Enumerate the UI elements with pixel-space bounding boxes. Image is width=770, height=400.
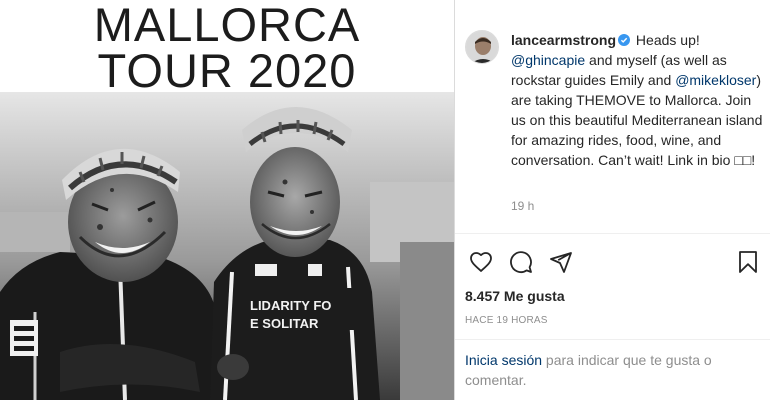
avatar[interactable] [465,30,499,64]
cyclists-photo: LIDARITY FO E SOLITAR [0,92,454,400]
username-link[interactable]: lancеarmstrong [511,32,616,48]
save-button[interactable] [732,246,764,278]
post-image[interactable]: MALLORCA TOUR 2020 LIDARITY FO E SOLITAR [0,0,454,400]
paper-plane-icon [550,252,572,273]
likes-count[interactable]: 8.457 Me gusta [465,288,565,304]
login-prompt: Inicia sesión para indicar que te gusta … [465,350,760,390]
instagram-post: MALLORCA TOUR 2020 LIDARITY FO E SOLITAR… [0,0,770,400]
caption-time[interactable]: 19 h [511,199,534,213]
heart-icon [470,252,492,272]
mention-mikekloser[interactable]: @mikekloser [675,72,756,88]
mention-ghincapie[interactable]: @ghincapie [511,52,585,68]
login-link[interactable]: Inicia sesión [465,352,542,368]
jersey-text-top: LIDARITY FO [250,298,331,313]
comment-button[interactable] [505,246,537,278]
divider-top [455,233,770,234]
poster-title: MALLORCA TOUR 2020 [0,0,454,97]
action-bar [463,246,763,278]
post-caption: lancеarmstrong Heads up! @ghincapie and … [511,30,763,170]
bookmark-icon [739,251,757,273]
avatar-image [466,31,498,63]
post-details-panel: lancеarmstrong Heads up! @ghincapie and … [455,0,770,400]
caption-text-1: Heads up! [632,32,700,48]
verified-badge-icon [618,34,631,46]
caption-row: lancеarmstrong Heads up! @ghincapie and … [465,30,765,170]
like-button[interactable] [465,246,497,278]
jersey-text-bottom: E SOLITAR [250,316,319,331]
comment-icon [510,251,532,273]
divider-bottom [455,339,770,340]
poster-title-line-1: MALLORCA [93,0,361,51]
share-button[interactable] [545,246,577,278]
poster-title-line-2: TOUR 2020 [97,44,357,97]
post-date[interactable]: HACE 19 HORAS [465,315,548,326]
